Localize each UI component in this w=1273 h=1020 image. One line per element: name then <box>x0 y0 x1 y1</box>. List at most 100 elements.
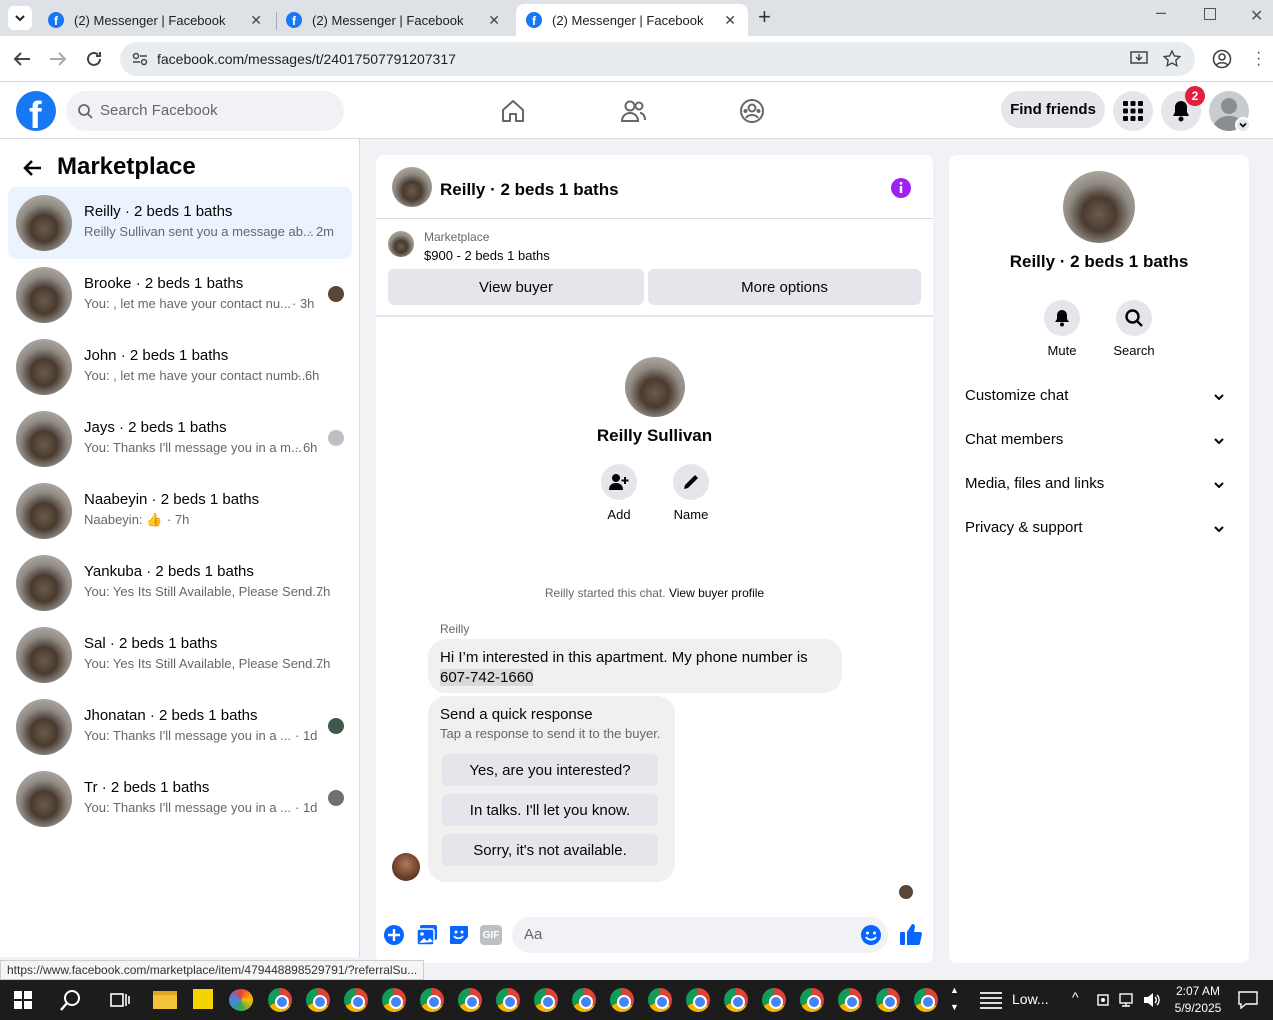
chrome-taskbar-icon[interactable] <box>458 988 482 1012</box>
reload-icon[interactable] <box>84 49 104 69</box>
listing-thumbnail[interactable] <box>388 231 414 257</box>
weather-text[interactable]: Low... <box>1012 991 1049 1007</box>
chrome-taskbar-icon[interactable] <box>382 988 406 1012</box>
back-arrow-icon[interactable] <box>12 50 32 68</box>
friends-icon[interactable] <box>620 99 646 123</box>
restore-window-icon[interactable] <box>1204 8 1216 20</box>
media-files-links-section[interactable]: Media, files and links <box>965 475 1233 503</box>
close-tab-icon[interactable]: ✕ <box>488 12 500 29</box>
site-settings-icon[interactable] <box>132 52 148 66</box>
photo-icon[interactable] <box>416 924 438 946</box>
chrome-taskbar-icon[interactable] <box>534 988 558 1012</box>
notifications-button[interactable]: 2 <box>1161 86 1205 131</box>
facebook-search-input[interactable]: Search Facebook <box>66 91 344 131</box>
sticker-icon[interactable] <box>448 924 470 946</box>
close-tab-icon[interactable]: ✕ <box>250 12 262 29</box>
chat-title[interactable]: Reilly · 2 beds 1 baths <box>440 180 619 200</box>
chat-info-avatar[interactable] <box>1063 171 1135 243</box>
chrome-taskbar-icon[interactable] <box>838 988 862 1012</box>
facebook-logo-icon[interactable]: f <box>16 91 56 131</box>
chrome-taskbar-icon[interactable] <box>800 988 824 1012</box>
buyer-profile-avatar[interactable] <box>625 357 685 417</box>
volume-icon[interactable] <box>1142 991 1160 1009</box>
chrome-taskbar-icon[interactable] <box>762 988 786 1012</box>
conversation-item[interactable]: Brooke · 2 beds 1 baths You: , let me ha… <box>8 259 352 331</box>
chrome-taskbar-icon[interactable] <box>876 988 900 1012</box>
browser-tab-2[interactable]: f (2) Messenger | Facebook ✕ <box>276 4 512 36</box>
conversation-item[interactable]: Sal · 2 beds 1 baths You: Yes Its Still … <box>8 619 352 691</box>
taskbar-overflow-arrows[interactable]: ▲ ▼ <box>950 982 959 1016</box>
chat-members-section[interactable]: Chat members <box>965 431 1233 459</box>
minimize-window-icon[interactable]: – <box>1156 2 1166 23</box>
browser-tab-1[interactable]: f (2) Messenger | Facebook ✕ <box>38 4 274 36</box>
search-chat-button[interactable]: Search <box>1104 300 1164 358</box>
close-tab-icon[interactable]: ✕ <box>724 12 736 29</box>
thumbs-up-icon[interactable] <box>899 922 923 946</box>
privacy-support-section[interactable]: Privacy & support <box>965 519 1233 547</box>
conversation-item[interactable]: Naabeyin · 2 beds 1 baths Naabeyin: 👍 · … <box>8 475 352 547</box>
message-input[interactable]: Aa <box>512 917 888 953</box>
notification-center-icon[interactable] <box>1238 991 1258 1009</box>
incoming-message-bubble[interactable]: Hi I’m interested in this apartment. My … <box>428 639 842 693</box>
groups-icon[interactable] <box>739 98 765 124</box>
chrome-taskbar-icon[interactable] <box>572 988 596 1012</box>
task-view-icon[interactable] <box>110 991 130 1009</box>
kebab-menu-icon[interactable]: · · · <box>1256 45 1261 73</box>
chrome-taskbar-icon[interactable] <box>496 988 520 1012</box>
chrome-taskbar-icon[interactable] <box>268 988 292 1012</box>
paint-app-icon[interactable] <box>229 989 253 1011</box>
file-explorer-icon[interactable] <box>153 991 177 1009</box>
chrome-taskbar-icon[interactable] <box>610 988 634 1012</box>
customize-chat-section[interactable]: Customize chat <box>965 387 1233 415</box>
menu-grid-button[interactable] <box>1113 91 1153 131</box>
home-icon[interactable] <box>500 99 526 123</box>
emoji-icon[interactable] <box>860 924 882 946</box>
clock[interactable]: 2:07 AM 5/9/2025 <box>1168 983 1228 1017</box>
view-buyer-button[interactable]: View buyer <box>388 269 644 305</box>
account-menu-chevron[interactable] <box>1235 117 1251 133</box>
quick-response-button[interactable]: In talks. I'll let you know. <box>442 794 658 826</box>
conversation-item[interactable]: Jhonatan · 2 beds 1 baths You: Thanks I'… <box>8 691 352 763</box>
browser-tab-3-active[interactable]: f (2) Messenger | Facebook ✕ <box>516 4 748 36</box>
find-friends-button[interactable]: Find friends <box>1001 91 1105 128</box>
gif-icon[interactable]: GIF <box>480 925 502 945</box>
conversation-item[interactable]: Reilly · 2 beds 1 baths Reilly Sullivan … <box>8 187 352 259</box>
chrome-taskbar-icon[interactable] <box>648 988 672 1012</box>
profile-icon[interactable] <box>1212 49 1232 69</box>
chrome-taskbar-icon[interactable] <box>686 988 710 1012</box>
new-tab-plus-icon[interactable]: + <box>758 4 771 30</box>
info-icon[interactable] <box>890 177 912 199</box>
windows-start-icon[interactable] <box>14 991 32 1009</box>
listing-price[interactable]: $900 - 2 beds 1 baths <box>424 248 550 263</box>
mute-button[interactable]: Mute <box>1032 300 1092 358</box>
taskbar-search-icon[interactable] <box>60 989 82 1011</box>
show-hidden-icons-chevron[interactable]: ^ <box>1072 989 1079 1005</box>
chrome-taskbar-icon[interactable] <box>344 988 368 1012</box>
add-member-button[interactable]: Add <box>589 464 649 522</box>
conversation-item[interactable]: Yankuba · 2 beds 1 baths You: Yes Its St… <box>8 547 352 619</box>
edit-name-button[interactable]: Name <box>661 464 721 522</box>
chat-avatar[interactable] <box>392 167 432 207</box>
tab-search-button[interactable] <box>8 6 32 30</box>
network-icon[interactable] <box>1118 992 1136 1008</box>
bookmark-star-icon[interactable] <box>1163 50 1181 68</box>
back-arrow-icon[interactable] <box>22 159 42 177</box>
chrome-taskbar-icon[interactable] <box>724 988 748 1012</box>
conversation-item[interactable]: Jays · 2 beds 1 baths You: Thanks I'll m… <box>8 403 352 475</box>
conversation-item[interactable]: Tr · 2 beds 1 baths You: Thanks I'll mes… <box>8 763 352 835</box>
conversation-item[interactable]: John · 2 beds 1 baths You: , let me have… <box>8 331 352 403</box>
chrome-taskbar-icon[interactable] <box>914 988 938 1012</box>
close-window-icon[interactable]: ✕ <box>1250 6 1263 26</box>
forward-arrow-icon[interactable] <box>48 50 68 68</box>
plus-circle-icon[interactable] <box>383 924 405 946</box>
url-bar[interactable]: facebook.com/messages/t/2401750779120731… <box>120 42 1195 76</box>
meet-now-icon[interactable] <box>1096 992 1110 1008</box>
chrome-taskbar-icon[interactable] <box>420 988 444 1012</box>
view-buyer-profile-link[interactable]: View buyer profile <box>669 586 764 600</box>
sender-avatar[interactable] <box>392 853 420 881</box>
install-app-icon[interactable] <box>1130 51 1148 67</box>
quick-response-button[interactable]: Sorry, it's not available. <box>442 834 658 866</box>
sticky-notes-icon[interactable] <box>193 989 213 1009</box>
more-options-button[interactable]: More options <box>648 269 921 305</box>
chrome-taskbar-icon[interactable] <box>306 988 330 1012</box>
